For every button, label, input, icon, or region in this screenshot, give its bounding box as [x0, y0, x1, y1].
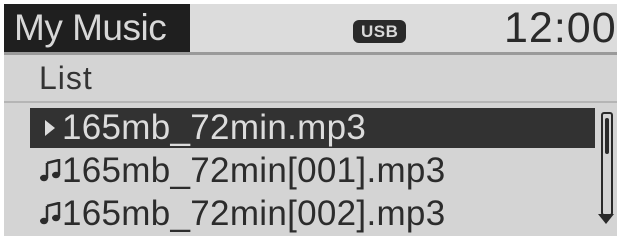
title-box: My Music — [4, 4, 190, 52]
list-item[interactable]: 165mb_72min[001].mp3 — [30, 151, 595, 191]
list-item-label: 165mb_72min[001].mp3 — [62, 151, 446, 190]
scroll-down-arrow-icon[interactable] — [598, 214, 614, 224]
music-note-icon — [38, 159, 62, 183]
section-divider — [4, 101, 617, 103]
music-screen: My Music USB 12:00 List 165mb_72min.mp3 — [4, 4, 617, 236]
header-divider — [4, 52, 617, 55]
file-list: 165mb_72min.mp3 165mb_72min[001].mp3 165… — [30, 108, 595, 236]
scrollbar[interactable] — [596, 112, 616, 228]
list-item[interactable]: 165mb_72min[002].mp3 — [30, 194, 595, 234]
list-item-label: 165mb_72min.mp3 — [62, 108, 367, 147]
list-item-label: 165mb_72min[002].mp3 — [62, 194, 446, 233]
play-icon — [38, 118, 62, 138]
scroll-track[interactable] — [601, 112, 613, 216]
music-note-icon — [38, 202, 62, 226]
list-item-selected[interactable]: 165mb_72min.mp3 — [30, 108, 595, 148]
usb-badge: USB — [353, 20, 407, 43]
page-title: My Music — [14, 7, 167, 48]
scroll-thumb[interactable] — [605, 118, 609, 154]
clock: 12:00 — [504, 4, 617, 52]
section-label: List — [39, 60, 93, 96]
header-bar: My Music USB 12:00 — [4, 4, 617, 52]
